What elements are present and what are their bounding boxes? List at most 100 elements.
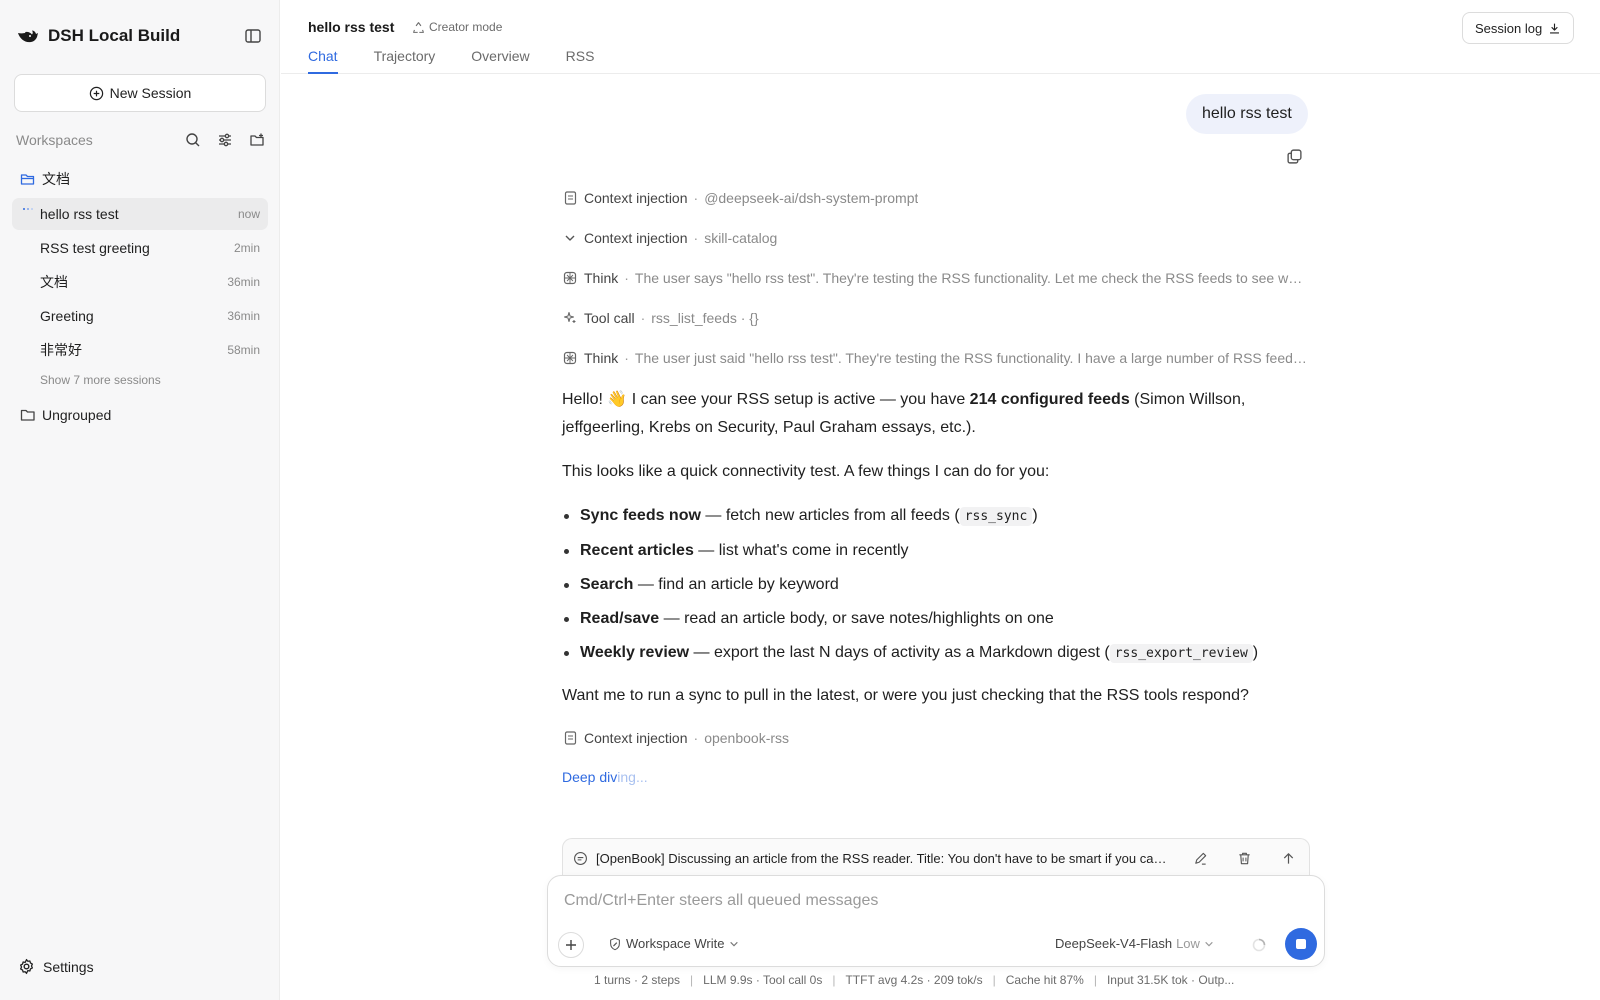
creator-mode-badge[interactable]: Creator mode	[412, 20, 502, 34]
settings-button[interactable]: Settings	[18, 958, 94, 975]
session-title: Greeting	[40, 308, 94, 324]
session-item[interactable]: RSS test greeting 2min	[12, 232, 268, 264]
search-sessions-button[interactable]	[184, 131, 202, 149]
chevron-down-icon	[562, 230, 578, 246]
step-kind: Context injection	[584, 730, 688, 746]
plus-icon	[566, 940, 576, 950]
sidebar-panel-icon	[245, 29, 261, 43]
step-kind: Think	[584, 270, 619, 286]
sliders-icon	[219, 133, 231, 147]
app-title: DSH Local Build	[48, 26, 181, 45]
plus-circle-icon	[89, 86, 103, 100]
trajectory-step-context-injection[interactable]: Context injection · skill-catalog	[562, 227, 1308, 249]
gear-icon	[20, 958, 33, 975]
answer-outro: Want me to run a sync to pull in the lat…	[562, 687, 1249, 704]
step-detail: skill-catalog	[704, 230, 778, 246]
edit-queued-button[interactable]	[1189, 848, 1211, 870]
chevron-down-icon	[1205, 941, 1213, 946]
session-log-button[interactable]: Session log	[1462, 12, 1575, 44]
stat-cache: Cache hit 87%	[1005, 973, 1084, 987]
group-name: Ungrouped	[42, 407, 112, 423]
show-more-sessions-link[interactable]: Show 7 more sessions	[40, 373, 161, 387]
folder-icon	[20, 409, 35, 421]
whale-logo-icon	[18, 30, 38, 43]
main-tabs: Chat Trajectory Overview RSS	[308, 48, 594, 74]
step-kind: Tool call	[584, 310, 635, 326]
step-detail: openbook-rss	[704, 730, 790, 746]
page-title: hello rss test	[308, 19, 395, 35]
workspace-group-ungrouped[interactable]: Ungrouped	[20, 403, 111, 427]
copy-icon	[1287, 149, 1302, 164]
trajectory-step-think[interactable]: Think · The user just said "hello rss te…	[562, 347, 1308, 369]
group-name: 文档	[42, 171, 70, 187]
trajectory-step-think[interactable]: Think · The user says "hello rss test". …	[562, 267, 1308, 289]
new-session-button[interactable]: New Session	[14, 74, 266, 112]
copy-message-button[interactable]	[1286, 148, 1304, 166]
session-item[interactable]: 文档 36min	[12, 266, 268, 298]
assistant-answer: Hello! 👋 I can see your RSS setup is act…	[562, 386, 1307, 726]
progress-ring-icon	[1252, 938, 1266, 952]
session-title: hello rss test	[40, 206, 119, 222]
attach-button[interactable]	[558, 932, 584, 958]
list-item: Recent articles — list what's come in re…	[562, 537, 1307, 565]
tab-chat[interactable]: Chat	[308, 48, 338, 74]
folder-open-icon	[20, 174, 35, 185]
mode-label: Creator mode	[429, 20, 503, 34]
queued-message: [OpenBook] Discussing an article from th…	[562, 838, 1310, 878]
model-selector[interactable]: DeepSeek-V4-Flash Low	[1055, 936, 1214, 951]
stop-generation-button[interactable]	[1285, 928, 1317, 960]
session-time: 2min	[233, 241, 260, 255]
list-item: Sync feeds now — fetch new articles from…	[562, 502, 1307, 531]
session-title: RSS test greeting	[40, 240, 150, 256]
brain-icon	[562, 270, 578, 286]
queued-message-text: [OpenBook] Discussing an article from th…	[596, 851, 1167, 866]
main-header: hello rss test Creator mode Chat Traject…	[281, 0, 1600, 74]
model-label: DeepSeek-V4-Flash	[1055, 936, 1173, 951]
tab-trajectory[interactable]: Trajectory	[374, 48, 436, 74]
new-folder-button[interactable]	[248, 131, 266, 149]
workspace-group-docs[interactable]: 文档	[20, 167, 70, 191]
session-title: 文档	[40, 274, 68, 290]
workspaces-header: Workspaces	[16, 128, 266, 152]
search-icon	[186, 133, 200, 147]
folder-plus-icon	[250, 133, 264, 146]
step-kind: Think	[584, 350, 619, 366]
step-detail: rss_list_feeds · {}	[651, 310, 759, 326]
send-queued-now-button[interactable]	[1277, 848, 1299, 870]
step-kind: Context injection	[584, 190, 688, 206]
step-detail: @deepseek-ai/dsh-system-prompt	[704, 190, 919, 206]
message-input[interactable]	[564, 888, 1304, 914]
session-title: 非常好	[40, 342, 82, 358]
document-icon	[562, 190, 578, 206]
thinking-status: Deep diving...	[562, 769, 648, 785]
chat-bubble-icon	[574, 852, 587, 865]
session-time: 58min	[227, 343, 260, 357]
trajectory-step-context-injection[interactable]: Context injection · openbook-rss	[562, 727, 1308, 749]
session-item[interactable]: 非常好 58min	[12, 334, 268, 366]
step-detail: The user just said "hello rss test". The…	[634, 350, 1308, 366]
sparkle-icon	[562, 310, 578, 326]
answer-lead: This looks like a quick connectivity tes…	[562, 463, 1050, 480]
tab-overview[interactable]: Overview	[471, 48, 529, 74]
usage-stats-bar: 1 turns · 2 steps | LLM 9.9s · Tool call …	[594, 973, 1235, 987]
settings-label: Settings	[43, 958, 94, 975]
session-log-label: Session log	[1475, 20, 1543, 36]
delete-queued-button[interactable]	[1233, 848, 1255, 870]
session-time: 36min	[227, 309, 260, 323]
trash-icon	[1238, 852, 1250, 865]
trajectory-step-context-injection[interactable]: Context injection · @deepseek-ai/dsh-sys…	[562, 187, 1308, 209]
step-kind: Context injection	[584, 230, 688, 246]
session-item[interactable]: Greeting 36min	[12, 300, 268, 332]
arrow-up-icon	[1283, 853, 1293, 864]
tab-rss[interactable]: RSS	[566, 48, 595, 74]
trajectory-step-tool-call[interactable]: Tool call · rss_list_feeds · {}	[562, 307, 1308, 329]
step-detail: The user says "hello rss test". They're …	[634, 270, 1308, 286]
permission-selector[interactable]: Workspace Write	[608, 936, 739, 951]
session-item-hello-rss-test[interactable]: hello rss test now	[12, 198, 268, 230]
filter-sessions-button[interactable]	[216, 131, 234, 149]
loading-spinner-icon	[23, 208, 33, 210]
stat-latency: LLM 9.9s · Tool call 0s	[703, 973, 823, 987]
answer-list: Sync feeds now — fetch new articles from…	[562, 502, 1307, 668]
new-session-label: New Session	[109, 85, 192, 101]
sidebar-toggle-button[interactable]	[243, 26, 263, 46]
